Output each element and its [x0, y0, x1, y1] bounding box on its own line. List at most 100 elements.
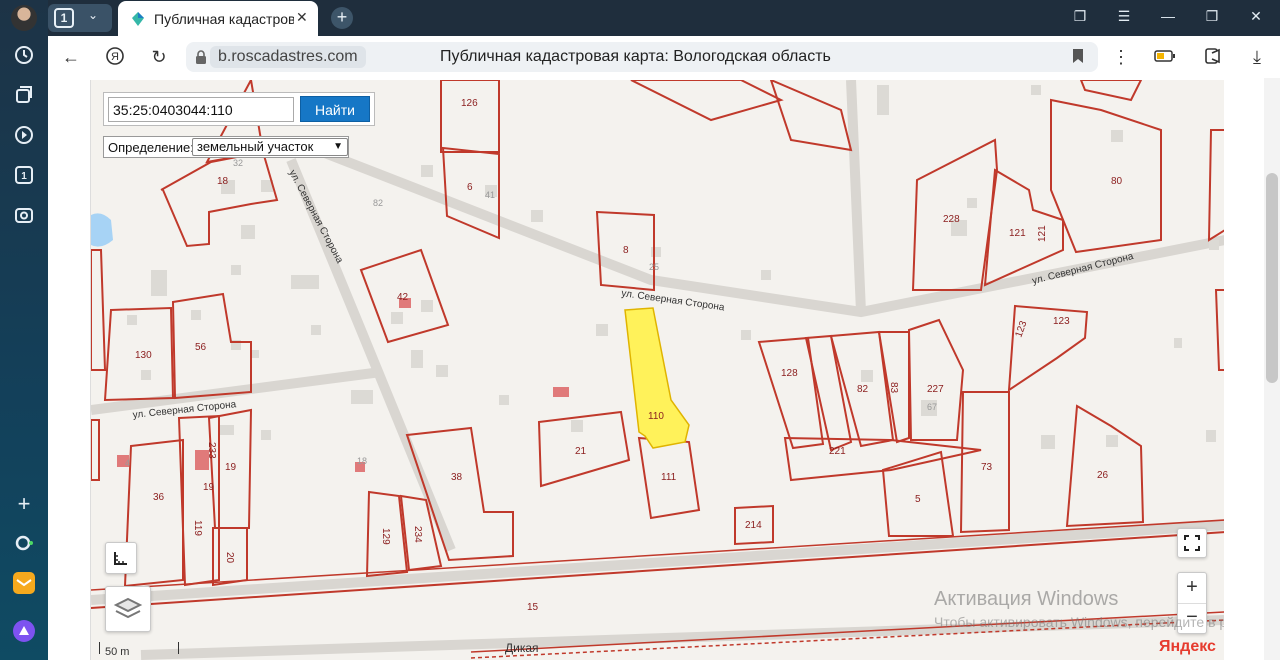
lock-icon [196, 50, 206, 64]
zoom-in-button[interactable]: + [1178, 573, 1206, 603]
label-plot-233: 233 [206, 442, 217, 459]
definition-row: Определение: земельный участок ▼ [103, 136, 349, 158]
label-plot-19: 19 [203, 482, 215, 493]
label-plot-130: 130 [135, 350, 152, 361]
label-plot-8: 8 [623, 245, 629, 256]
label-plot-214: 214 [745, 520, 762, 531]
yandex-icon[interactable]: Я [104, 46, 126, 68]
mail-icon[interactable] [12, 571, 36, 595]
label-plot-42: 42 [397, 292, 409, 303]
label-plot-6: 6 [467, 182, 473, 193]
url-domain[interactable]: b.roscadastres.com [210, 46, 366, 68]
windows-activation-text: Чтобы активировать Windows, перейдите в … [934, 614, 1224, 630]
site-favicon-icon [132, 12, 144, 26]
screenshot-icon[interactable] [12, 204, 36, 228]
pond [91, 213, 113, 247]
label-plot-123b: 123 [1053, 316, 1070, 327]
tab-group-button[interactable]: 1 ⌄ [48, 4, 112, 32]
label-bld-25: 25 [649, 262, 659, 272]
yandex-attribution: Яндекс [1159, 638, 1216, 656]
label-plot-80: 80 [1111, 176, 1123, 187]
street-labels: ул. Северная Сторона ул. Северная Сторон… [132, 168, 1135, 655]
map-canvas[interactable]: 126 6 18 8 42 130 56 36 19 19 233 119 20… [91, 80, 1224, 660]
svg-text:1: 1 [21, 171, 27, 182]
new-tab-button[interactable]: + [331, 7, 353, 29]
url-page-title: Публичная кадастровая карта: Вологодская… [440, 48, 831, 65]
definition-label: Определение: [108, 140, 194, 155]
scale-label: 50 m [105, 646, 130, 658]
label-plot-26: 26 [1097, 470, 1109, 481]
selected-parcel-110[interactable] [624, 307, 690, 449]
label-plot-228: 228 [943, 214, 960, 225]
svg-text:Я: Я [111, 51, 119, 63]
more-options-icon[interactable]: ⋮ [1110, 46, 1132, 68]
label-plot-121a: 121 [1009, 228, 1026, 239]
restore-icon[interactable]: ❐ [1202, 8, 1222, 25]
history-icon[interactable] [12, 44, 36, 68]
label-plot-20: 20 [224, 552, 235, 564]
label-plot-19b: 19 [225, 462, 237, 473]
bookmark-icon[interactable] [1072, 48, 1084, 64]
label-plot-110: 110 [648, 411, 664, 422]
download-icon[interactable]: ⤓ [1246, 46, 1268, 68]
alice-icon[interactable] [12, 619, 36, 643]
layers-button[interactable] [105, 586, 151, 632]
windows-activation-title: Активация Windows [934, 588, 1119, 610]
fullscreen-icon [1184, 535, 1200, 551]
label-plot-5: 5 [915, 494, 921, 505]
active-tab[interactable]: Публичная кадастровая карта: Вологодская… [118, 1, 318, 36]
chevron-down-icon: ▼ [333, 141, 343, 152]
scrollbar-thumb[interactable] [1266, 173, 1278, 383]
bookmarks-panel-icon[interactable]: ❐ [1070, 8, 1090, 25]
cadastral-number-input[interactable] [108, 97, 294, 122]
page-scrollbar[interactable] [1264, 78, 1280, 660]
video-icon[interactable] [12, 124, 36, 148]
label-plot-18: 18 [217, 176, 229, 187]
find-button[interactable]: Найти [300, 96, 370, 122]
profile-avatar[interactable] [11, 5, 37, 31]
label-plot-83: 83 [888, 382, 899, 394]
street-label: ул. Северная Сторона [286, 168, 345, 265]
definition-select[interactable]: земельный участок ▼ [192, 138, 348, 156]
tab-title: Публичная кадастровая карта: Вологодская… [154, 11, 294, 27]
label-plot-73: 73 [981, 462, 993, 473]
label-bld-41: 41 [485, 190, 495, 200]
fullscreen-button[interactable] [1177, 528, 1207, 558]
label-plot-126: 126 [461, 98, 478, 109]
ruler-tool-button[interactable] [105, 542, 137, 574]
battery-saver-icon[interactable] [1154, 46, 1176, 68]
close-tab-icon[interactable]: ✕ [296, 9, 308, 26]
label-plot-128: 128 [781, 368, 798, 379]
add-icon[interactable]: + [12, 492, 36, 516]
street-label-dikaya: Дикая [505, 641, 539, 655]
label-plot-121b: 121 [1037, 225, 1048, 242]
menu-icon[interactable]: ☰ [1114, 8, 1134, 25]
ruler-icon [114, 552, 127, 565]
label-plot-119: 119 [192, 520, 203, 536]
extensions-icon[interactable] [1202, 46, 1224, 68]
layers-icon [113, 597, 143, 619]
label-plot-15: 15 [527, 602, 539, 613]
collections-icon[interactable] [12, 84, 36, 108]
tab-counter-icon[interactable]: 1 [12, 164, 36, 188]
tab-count-badge: 1 [54, 8, 74, 28]
page-content: 126 6 18 8 42 130 56 36 19 19 233 119 20… [48, 78, 1280, 660]
label-plot-123a: 123 [1013, 319, 1029, 339]
cadastral-map[interactable]: 126 6 18 8 42 130 56 36 19 19 233 119 20… [90, 80, 1224, 660]
tab-bar: 1 ⌄ Публичная кадастровая карта: Вологод… [48, 0, 1280, 36]
highlighted-buildings [117, 298, 569, 472]
back-arrow-icon[interactable]: ← [60, 46, 82, 68]
reload-icon[interactable]: ↻ [148, 46, 170, 68]
label-plot-56: 56 [195, 342, 207, 353]
alice-status-icon[interactable] [12, 532, 36, 556]
minimize-icon[interactable]: — [1158, 8, 1178, 24]
browser-window: 1 + 1 ⌄ Публичная кадастровая карта: Вол… [0, 0, 1280, 660]
label-plot-227: 227 [927, 384, 944, 395]
label-bld-67: 67 [927, 402, 937, 412]
close-window-icon[interactable]: ✕ [1246, 8, 1266, 25]
label-plot-111: 111 [661, 472, 677, 483]
yandex-attribution-text: Яндекс [1159, 638, 1216, 655]
address-bar[interactable]: b.roscadastres.com Публичная кадастровая… [186, 42, 1098, 72]
label-plot-82: 82 [857, 384, 869, 395]
road-boundary-line [91, 519, 1224, 591]
